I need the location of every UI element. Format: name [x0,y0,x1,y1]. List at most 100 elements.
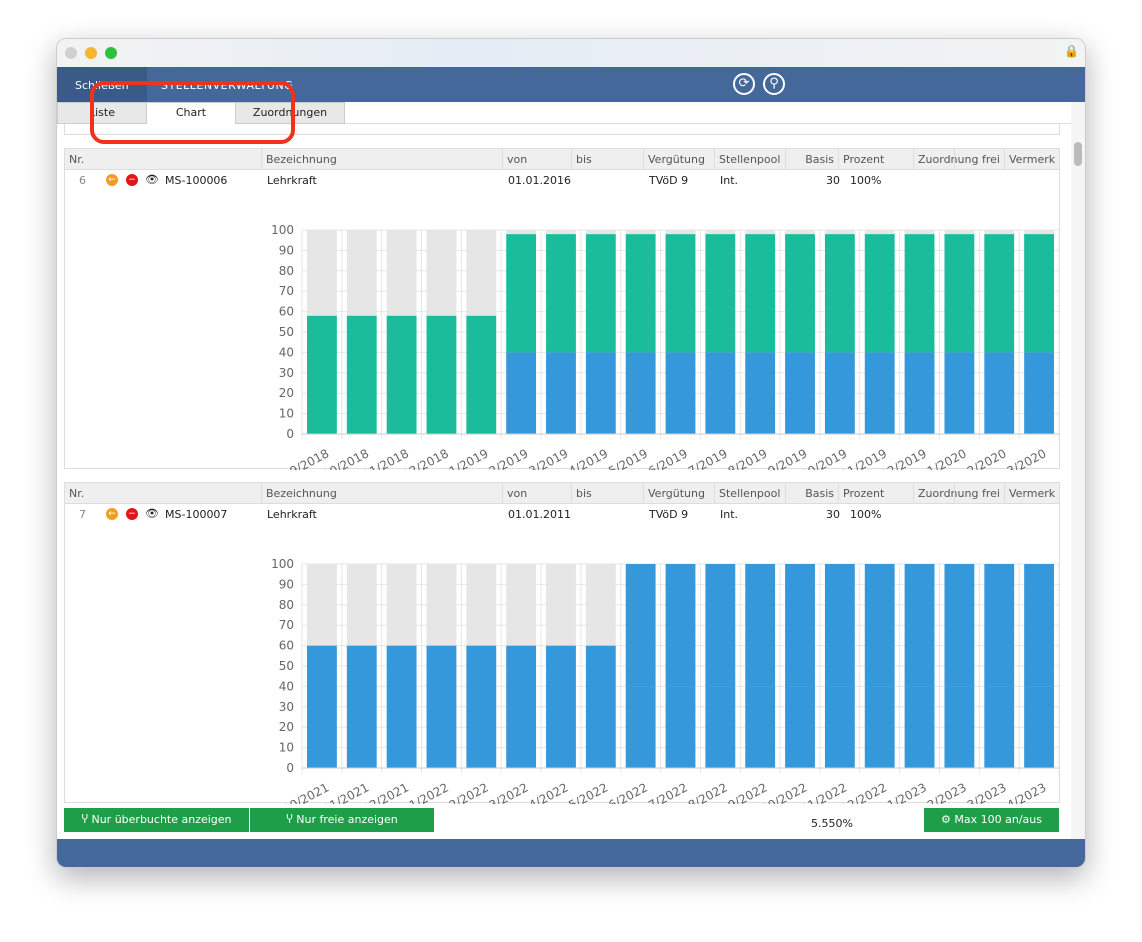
bar-segment[interactable] [785,230,815,235]
bar-segment[interactable] [546,564,576,646]
column-header[interactable]: Bezeichnung [261,483,502,504]
bar-segment[interactable] [745,564,776,687]
bar-segment[interactable] [665,234,696,353]
bar-segment[interactable] [864,234,895,353]
column-header[interactable]: Nr. [65,483,261,504]
bar-segment[interactable] [625,686,656,768]
table-row[interactable]: 7 ← − 👁 MS-100007 Lehrkraft 01.01.2011 TVöD… [65,504,1059,526]
bar-segment[interactable] [625,352,656,434]
bar-segment[interactable] [386,315,417,434]
bar-segment[interactable] [585,352,616,434]
column-header[interactable]: Stellenpool [714,483,785,504]
column-header[interactable]: Prozent [838,483,913,504]
bar-segment[interactable] [904,564,935,687]
bar-segment[interactable] [745,234,776,353]
bar-segment[interactable] [546,234,576,353]
bar-segment[interactable] [346,230,377,316]
bar-segment[interactable] [824,234,855,353]
bar-segment[interactable] [1024,564,1054,687]
bar-segment[interactable] [944,234,975,353]
bar-segment[interactable] [705,564,736,687]
bar-segment[interactable] [864,352,895,434]
bar-segment[interactable] [785,352,815,434]
bar-segment[interactable] [585,230,616,235]
max-100-toggle-button[interactable]: ⚙ Max 100 an/aus [924,808,1059,832]
column-header[interactable]: Vermerk [1004,149,1057,170]
column-header[interactable]: Vergütung [643,483,714,504]
bar-segment[interactable] [506,230,537,235]
bar-segment[interactable] [785,234,815,353]
column-header[interactable]: von [502,483,571,504]
bar-segment[interactable] [745,352,776,434]
close-window-button[interactable] [65,47,77,59]
bar-segment[interactable] [984,352,1015,434]
eye-icon[interactable]: 👁 [145,507,159,520]
bar-segment[interactable] [785,564,815,687]
bar-segment[interactable] [506,564,537,646]
bar-segment[interactable] [1024,352,1054,434]
bar-segment[interactable] [307,315,337,434]
bar-segment[interactable] [625,234,656,353]
arrow-left-icon[interactable]: ← [106,508,118,520]
bar-segment[interactable] [625,564,656,687]
show-overbooked-button[interactable]: Ⴤ Nur überbuchte anzeigen [64,808,249,832]
bar-segment[interactable] [824,686,855,768]
bar-segment[interactable] [546,352,576,434]
column-header[interactable]: Zuordnung [913,483,978,504]
table-row[interactable]: 6 ← − 👁 MS-100006 Lehrkraft 01.01.2016 TVöD… [65,170,1059,192]
bar-segment[interactable] [665,564,696,687]
bar-segment[interactable] [944,230,975,235]
bar-segment[interactable] [864,230,895,235]
bar-segment[interactable] [346,564,377,646]
bar-segment[interactable] [585,564,616,646]
bar-segment[interactable] [665,230,696,235]
zoom-window-button[interactable] [105,47,117,59]
bar-segment[interactable] [984,686,1015,768]
bar-segment[interactable] [904,234,935,353]
bar-segment[interactable] [466,564,497,646]
bar-segment[interactable] [1024,234,1054,353]
bar-segment[interactable] [546,645,576,768]
scrollbar-thumb[interactable] [1074,142,1082,166]
column-header[interactable]: frei [954,149,1004,170]
column-header[interactable]: Stellenpool [714,149,785,170]
bar-segment[interactable] [984,564,1015,687]
bar-segment[interactable] [745,230,776,235]
column-header[interactable]: Nr. [65,149,261,170]
bar-segment[interactable] [705,234,736,353]
bar-segment[interactable] [307,564,337,646]
column-header[interactable]: Vermerk [1004,483,1057,504]
bar-segment[interactable] [984,230,1015,235]
bar-segment[interactable] [426,645,457,768]
bar-segment[interactable] [904,352,935,434]
bar-segment[interactable] [904,686,935,768]
remove-icon[interactable]: − [126,174,138,186]
minimize-window-button[interactable] [85,47,97,59]
bar-segment[interactable] [864,686,895,768]
remove-icon[interactable]: − [126,508,138,520]
bar-segment[interactable] [506,645,537,768]
bar-segment[interactable] [386,564,417,646]
column-header[interactable]: Basis [785,483,838,504]
bar-segment[interactable] [705,230,736,235]
scrollbar[interactable] [1071,102,1085,839]
bar-segment[interactable] [824,352,855,434]
column-header[interactable]: Bezeichnung [261,149,502,170]
eye-icon[interactable]: 👁 [145,173,159,186]
show-free-button[interactable]: Ⴤ Nur freie anzeigen [250,808,434,832]
bar-segment[interactable] [546,230,576,235]
search-icon[interactable]: ⚲ [763,73,785,95]
bar-segment[interactable] [665,352,696,434]
column-header[interactable]: Zuordnung [913,149,978,170]
bar-segment[interactable] [426,564,457,646]
bar-segment[interactable] [745,686,776,768]
bar-segment[interactable] [506,352,537,434]
bar-segment[interactable] [426,230,457,316]
bar-segment[interactable] [625,230,656,235]
bar-segment[interactable] [944,564,975,687]
bar-segment[interactable] [944,686,975,768]
bar-segment[interactable] [386,230,417,316]
bar-segment[interactable] [864,564,895,687]
column-header[interactable]: von [502,149,571,170]
column-header[interactable]: Basis [785,149,838,170]
